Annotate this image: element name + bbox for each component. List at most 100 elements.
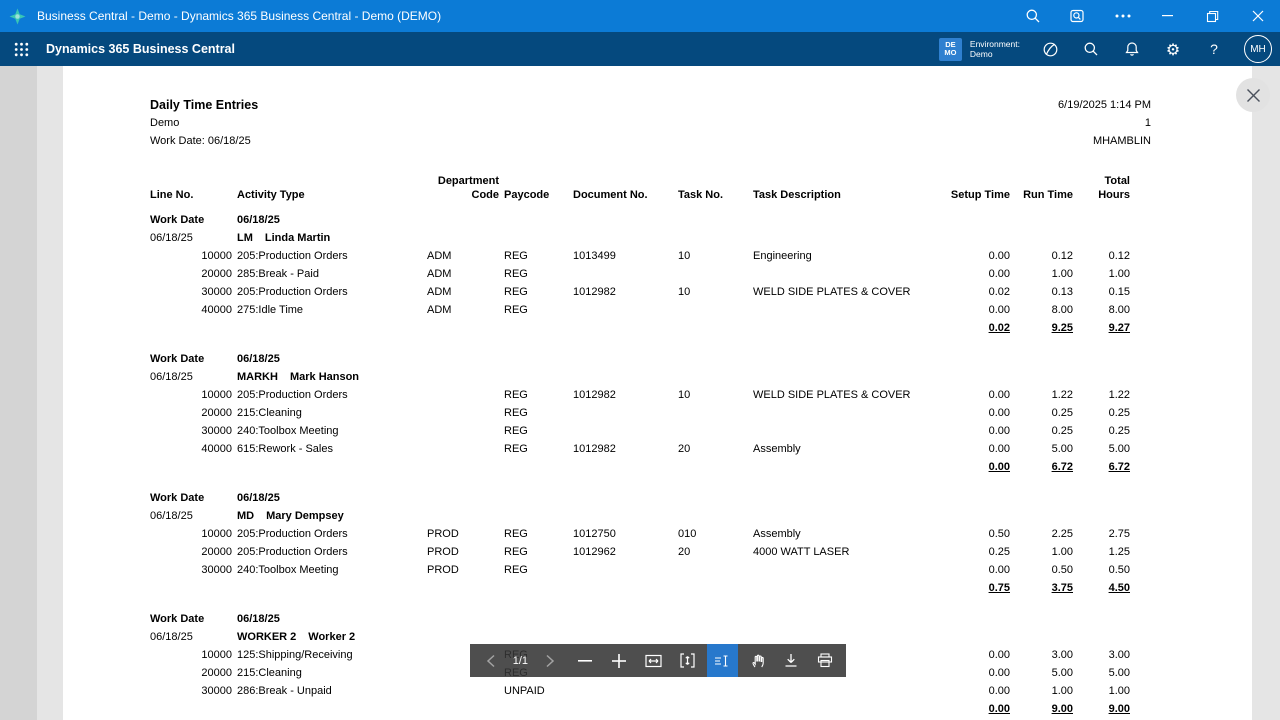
zoom-out-button[interactable] [569, 644, 600, 677]
next-page-button[interactable] [535, 644, 566, 677]
table-row: 20000 205:Production Orders PROD REG 101… [150, 543, 1130, 561]
cell: 0.00 [946, 389, 1010, 401]
report-page: Daily Time Entries Demo Work Date: 06/18… [150, 66, 1130, 718]
cell: 0.25 [1015, 407, 1073, 419]
printed-by-user: MHAMBLIN [1058, 132, 1151, 150]
pan-button[interactable] [741, 644, 772, 677]
cell: Work Date [150, 214, 232, 226]
cell: 240:Toolbox Meeting [237, 425, 422, 437]
restore-button[interactable] [1190, 0, 1235, 32]
cell: 20000 [150, 546, 232, 558]
cell: 205:Production Orders [237, 250, 422, 262]
text-selection-button[interactable] [707, 644, 738, 677]
ellipsis-icon [1115, 14, 1131, 18]
cell: 1.00 [1015, 685, 1073, 697]
cell: Work Date [150, 613, 232, 625]
cell: 8.00 [1015, 304, 1073, 316]
resource-row: 06/18/25 LMLinda Martin [150, 229, 1130, 247]
search-button-appbar[interactable] [1080, 38, 1102, 60]
resource-row: 06/18/25 MDMary Dempsey [150, 507, 1130, 525]
zoom-in-button[interactable] [604, 644, 635, 677]
cell: 240:Toolbox Meeting [237, 564, 422, 576]
cell: 0.00 [946, 425, 1010, 437]
cell: 40000 [150, 443, 232, 455]
cell: 0.00 [946, 407, 1010, 419]
cell: REG [504, 389, 568, 401]
search-icon [1083, 41, 1099, 57]
copilot-button[interactable] [1039, 38, 1061, 60]
cell: ADM [427, 268, 499, 280]
window-title: Business Central - Demo - Dynamics 365 B… [37, 9, 441, 23]
cell: 6.72 [1078, 461, 1130, 473]
notifications-button[interactable] [1121, 38, 1143, 60]
bell-icon [1124, 41, 1140, 57]
help-button[interactable]: ? [1203, 38, 1225, 60]
col-setup-time: Setup Time [946, 189, 1010, 203]
search-button[interactable] [1010, 0, 1055, 32]
prev-page-button[interactable] [475, 644, 506, 677]
group-header-row: Work Date 06/18/25 [150, 211, 1130, 229]
cell: 1.00 [1078, 685, 1130, 697]
cell: 1.00 [1015, 546, 1073, 558]
cell: 0.25 [1078, 407, 1130, 419]
avatar[interactable]: MH [1244, 35, 1272, 63]
minus-icon [578, 660, 592, 662]
fit-page-button[interactable] [672, 644, 703, 677]
minimize-button[interactable] [1145, 0, 1190, 32]
table-row: 20000 215:Cleaning REG 0.00 0.25 0.25 [150, 404, 1130, 422]
copilot-icon [1042, 41, 1059, 58]
cell: 010 [678, 528, 748, 540]
cell: MARKHMark Hanson [237, 371, 422, 383]
cell: UNPAID [504, 685, 568, 697]
cell: 4.50 [1078, 582, 1130, 594]
table-row: 30000 240:Toolbox Meeting REG 0.00 0.25 … [150, 422, 1130, 440]
cell: 0.00 [946, 685, 1010, 697]
cell: 06/18/25 [150, 232, 232, 244]
more-button[interactable] [1100, 0, 1145, 32]
cell: 5.00 [1078, 443, 1130, 455]
cell: 9.00 [1078, 703, 1130, 715]
cell: 0.00 [946, 268, 1010, 280]
cell: 0.12 [1078, 250, 1130, 262]
fit-width-button[interactable] [638, 644, 669, 677]
cell: 10000 [150, 250, 232, 262]
print-button[interactable] [810, 644, 841, 677]
cell: 1012982 [573, 286, 673, 298]
cell: WELD SIDE PLATES & COVER [753, 286, 941, 298]
cell: 285:Break - Paid [237, 268, 422, 280]
cell: 30000 [150, 685, 232, 697]
cell: 3.00 [1015, 649, 1073, 661]
cell: 0.25 [1015, 425, 1073, 437]
col-line-no: Line No. [150, 189, 232, 203]
report-meta: 6/19/2025 1:14 PM 1 MHAMBLIN [1058, 96, 1151, 150]
close-preview-button[interactable] [1236, 78, 1270, 112]
download-button[interactable] [776, 644, 807, 677]
cell: 06/18/25 [237, 613, 422, 625]
cell: 20 [678, 546, 748, 558]
cell: 8.00 [1078, 304, 1130, 316]
cell: 1.00 [1078, 268, 1130, 280]
cell: 615:Rework - Sales [237, 443, 422, 455]
tab-search-button[interactable] [1055, 0, 1100, 32]
cell: Work Date [150, 353, 232, 365]
environment-badge[interactable]: DE MO [939, 38, 962, 61]
close-window-button[interactable] [1235, 0, 1280, 32]
cell: 06/18/25 [237, 214, 422, 226]
cell: 06/18/25 [150, 510, 232, 522]
cell: 205:Production Orders [237, 389, 422, 401]
cell: PROD [427, 564, 499, 576]
environment-label: Environment: [970, 39, 1020, 50]
settings-button[interactable]: ⚙ [1162, 38, 1184, 60]
page-number: 1 [1058, 114, 1151, 132]
col-document-no: Document No. [573, 189, 673, 203]
app-title[interactable]: Dynamics 365 Business Central [46, 42, 235, 56]
avatar-initials: MH [1250, 44, 1266, 55]
group-totals-row: 0.00 6.72 6.72 [150, 458, 1130, 476]
cell: 125:Shipping/Receiving [237, 649, 422, 661]
col-paycode: Paycode [504, 189, 568, 203]
cell: 3.75 [1015, 582, 1073, 594]
app-launcher-button[interactable] [10, 38, 32, 60]
page-margin-left [37, 66, 63, 720]
minimize-icon [1162, 15, 1173, 17]
badge-line-2: MO [944, 49, 956, 57]
